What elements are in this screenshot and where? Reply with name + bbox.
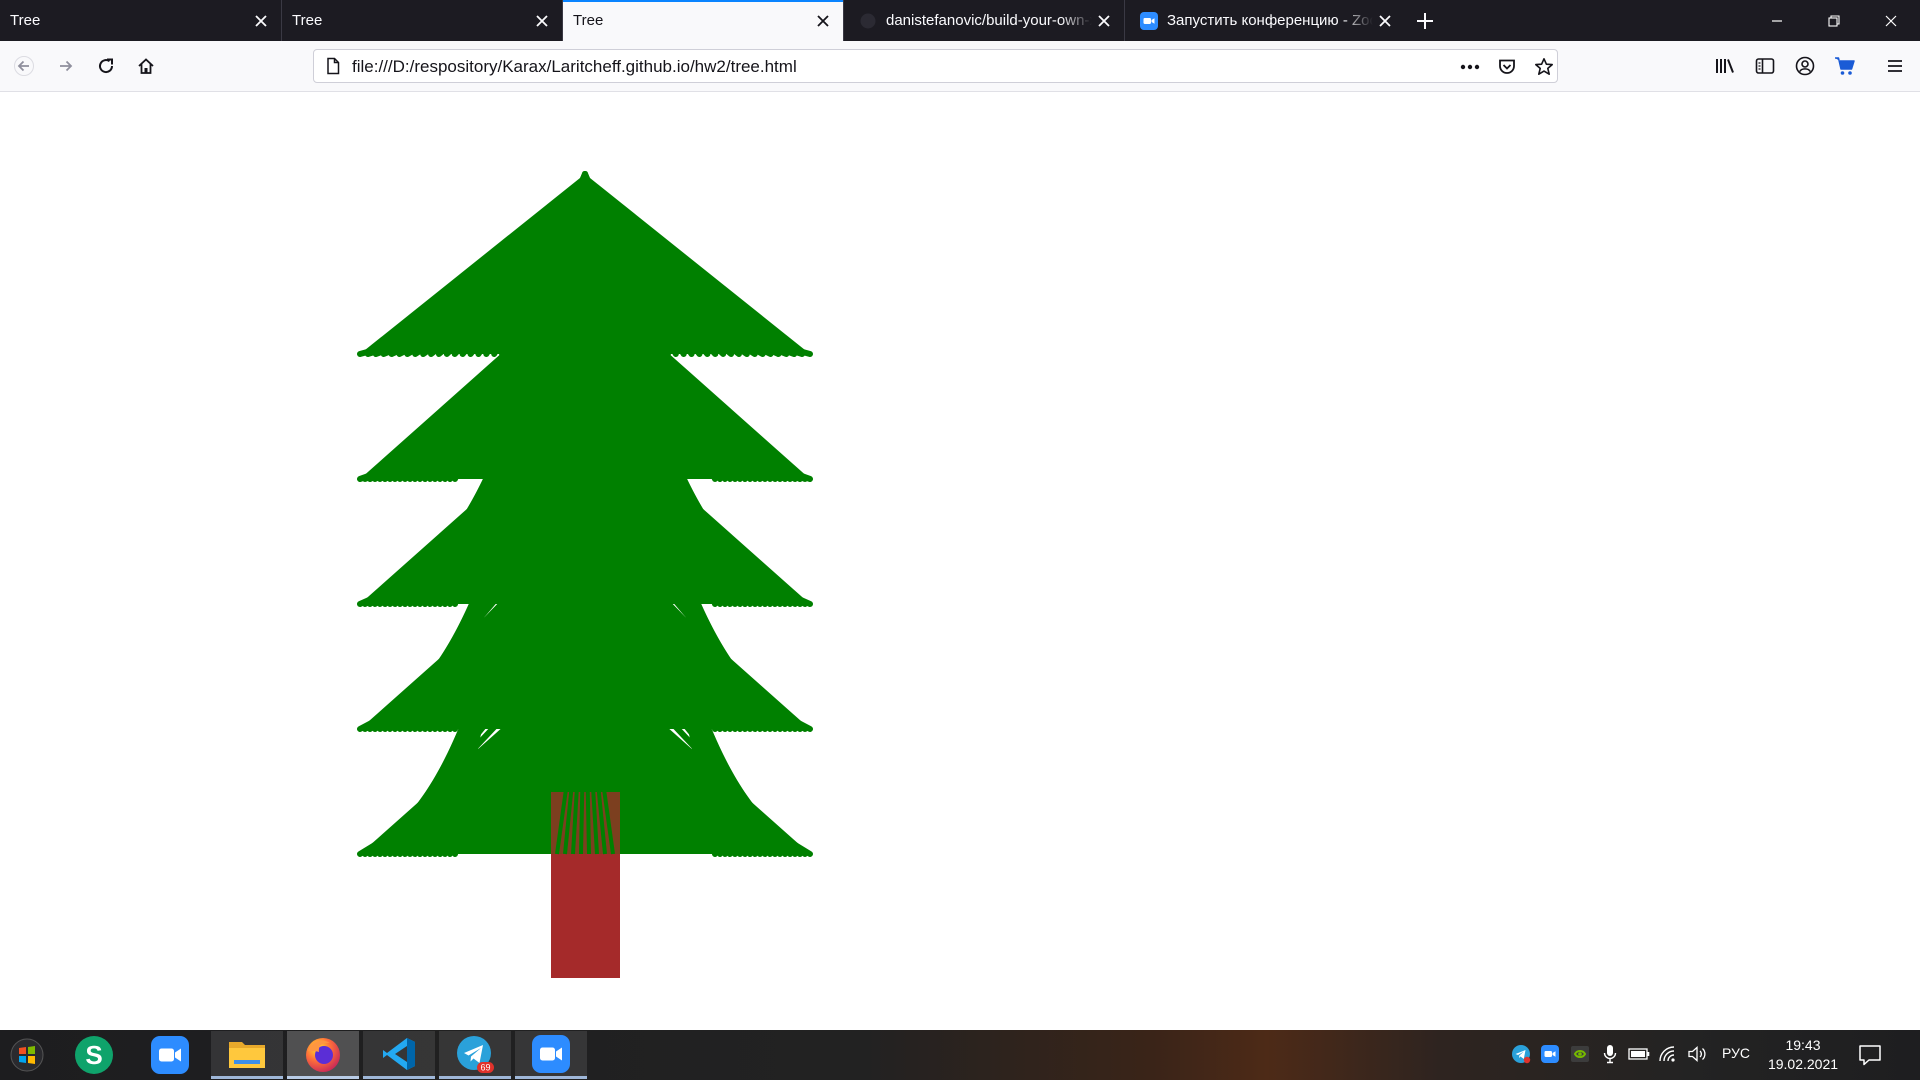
wifi-icon[interactable] [1657,1043,1679,1065]
account-button[interactable] [1788,49,1822,83]
minimize-button[interactable] [1749,0,1805,41]
tab-title: Tree [573,12,604,29]
windows-taskbar: S 69 РУС 19:43 19.02.2021 [0,1030,1920,1080]
tab-github[interactable]: danistefanovic/build-your-own-x [843,0,1124,41]
new-tab-button[interactable] [1405,0,1445,41]
clock[interactable]: 19:43 19.02.2021 [1758,1036,1848,1074]
tab-tree-2[interactable]: Tree [281,0,562,41]
bookmark-star-icon[interactable] [1531,54,1557,80]
telegram-badge: 69 [480,1062,490,1072]
input-language[interactable]: РУС [1722,1045,1750,1061]
close-icon[interactable] [1373,9,1397,33]
telegram-tray-icon[interactable] [1510,1043,1532,1065]
forward-button[interactable] [49,49,83,83]
zoom-icon[interactable] [134,1031,206,1079]
zoom-tray-icon[interactable] [1539,1043,1561,1065]
close-icon[interactable] [530,9,554,33]
pocket-icon[interactable] [1494,54,1520,80]
tree-drawing [357,171,813,978]
tab-tree-1[interactable]: Tree [0,0,281,41]
tab-title: Tree [292,12,323,29]
zoom-icon [1140,11,1158,30]
cart-extension-button[interactable] [1828,49,1862,83]
clock-time: 19:43 [1785,1037,1821,1053]
close-window-button[interactable] [1863,0,1919,41]
clock-date: 19.02.2021 [1767,1056,1839,1072]
tab-strip: Tree Tree Tree danistefanovic/build-your… [0,0,1920,41]
page-content [0,92,1920,1030]
home-button[interactable] [129,49,163,83]
close-icon[interactable] [811,9,835,33]
close-icon[interactable] [249,9,273,33]
zoom-meeting-icon[interactable] [515,1031,587,1079]
svg-text:S: S [85,1040,102,1070]
tab-zoom[interactable]: Запустить конференцию - Zoom [1124,0,1405,41]
reload-button[interactable] [89,49,123,83]
back-button[interactable] [7,49,41,83]
skype-icon[interactable]: S [58,1031,130,1079]
address-bar[interactable]: file:///D:/respository/Karax/Laritcheff.… [313,49,1558,83]
battery-icon[interactable] [1628,1043,1650,1065]
navigation-toolbar: file:///D:/respository/Karax/Laritcheff.… [0,41,1920,92]
tab-title: danistefanovic/build-your-own-x [886,12,1092,29]
github-icon [859,12,877,30]
telegram-icon[interactable]: 69 [439,1031,511,1079]
menu-button[interactable] [1878,49,1912,83]
close-icon[interactable] [1092,9,1116,33]
file-explorer-icon[interactable] [211,1031,283,1079]
tab-title: Запустить конференцию - Zoom [1167,12,1373,29]
page-icon [324,57,342,75]
nvidia-tray-icon[interactable] [1569,1043,1591,1065]
tab-title: Tree [10,12,41,29]
sidebar-toggle-button[interactable] [1748,49,1782,83]
notification-center-icon[interactable] [1856,1042,1884,1068]
page-actions-icon[interactable] [1457,54,1483,80]
library-button[interactable] [1708,49,1742,83]
restore-button[interactable] [1806,0,1862,41]
tab-tree-active[interactable]: Tree [562,0,843,41]
vscode-icon[interactable] [363,1031,435,1079]
microphone-icon[interactable] [1599,1043,1621,1065]
firefox-icon[interactable] [287,1031,359,1079]
url-text: file:///D:/respository/Karax/Laritcheff.… [352,57,797,76]
volume-icon[interactable] [1686,1043,1708,1065]
start-button[interactable] [4,1032,50,1078]
